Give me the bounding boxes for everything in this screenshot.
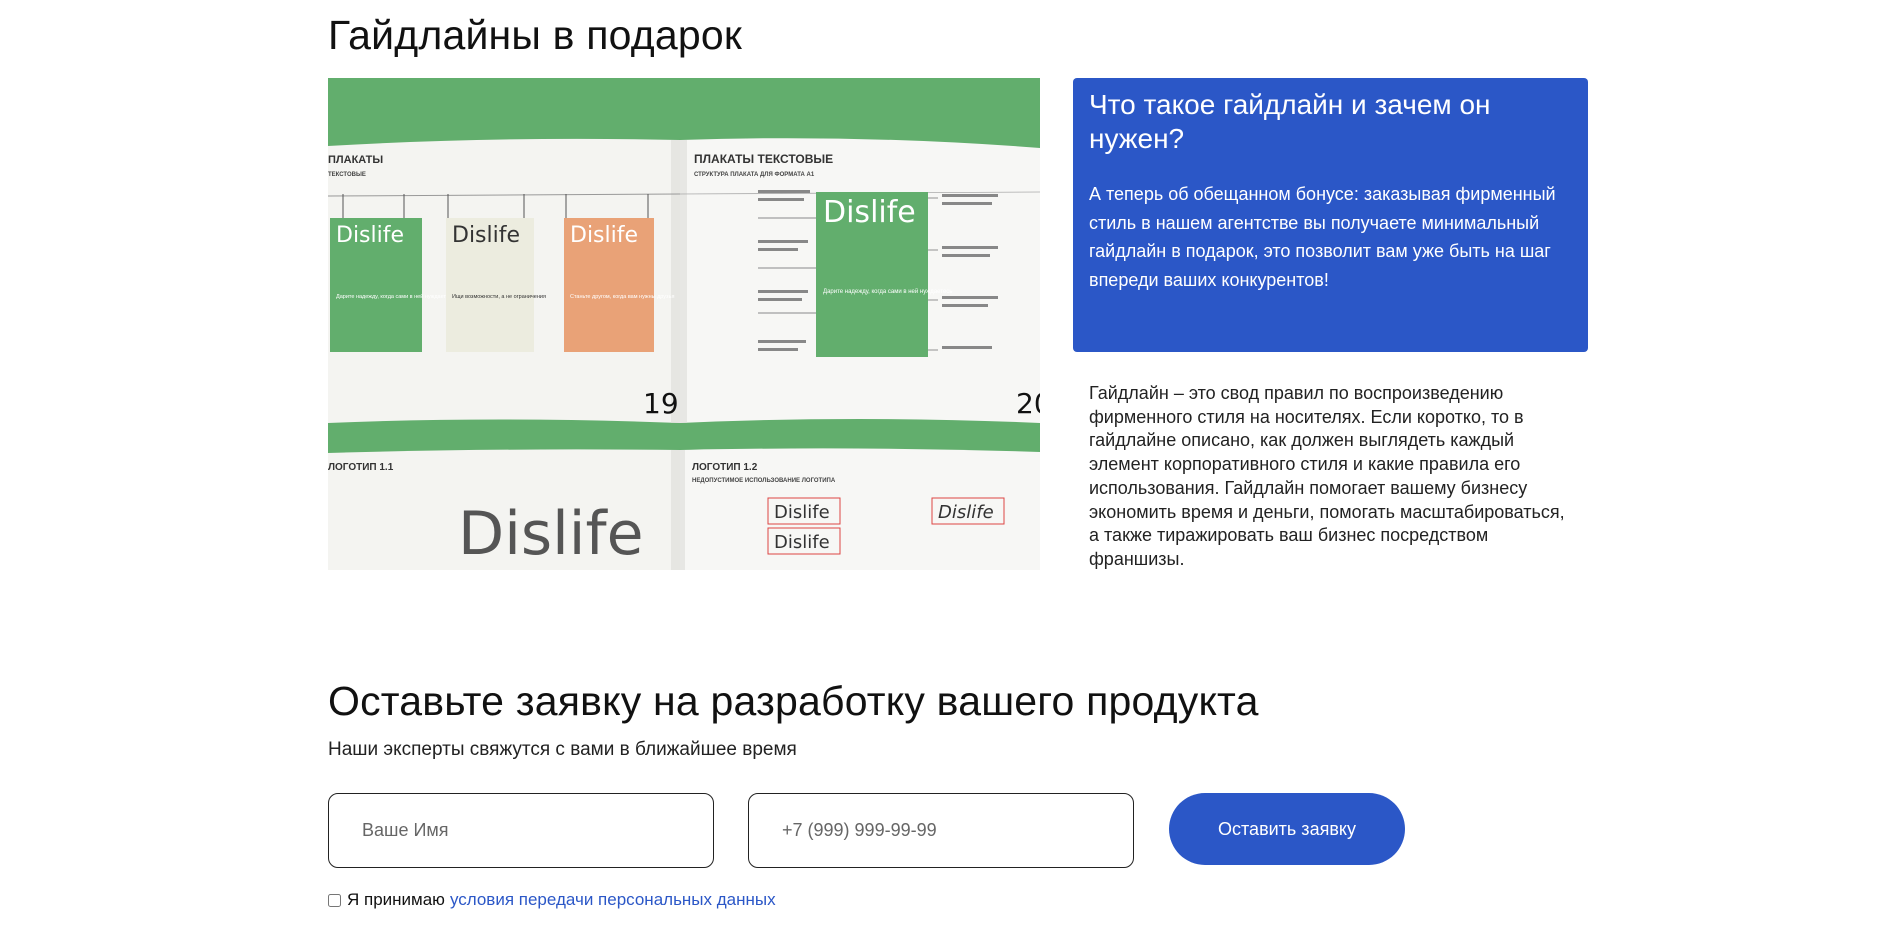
page-number-left: 19 — [643, 387, 679, 420]
bottom-left-heading: ЛОГОТИП 1.1 — [328, 462, 394, 473]
form-subtitle: Наши эксперты свяжутся с вами в ближайше… — [328, 739, 797, 760]
card-title: Что такое гайдлайн и зачем он нужен? — [1089, 89, 1491, 154]
gift-section-title: Гайдлайны в подарок — [328, 12, 743, 58]
svg-text:Dislife: Dislife — [774, 502, 830, 523]
guideline-book-image: ПЛАКАТЫ ТЕКСТОВЫЕ ПЛАКАТЫ ТЕКСТОВЫЕ СТРУ… — [328, 78, 1040, 570]
poster-green-text: Дарите надежду, когда сами в ней нуждает… — [336, 293, 455, 300]
poster-cream-text: Ищи возможности, а не ограничения — [452, 294, 546, 300]
poster-cream-brand: Dislife — [452, 223, 520, 248]
left-page-subheading: ТЕКСТОВЫЕ — [328, 172, 366, 178]
bottom-right-heading: ЛОГОТИП 1.2 — [692, 462, 758, 473]
poster-green-brand: Dislife — [336, 223, 404, 248]
right-page-subheading: СТРУКТУРА ПЛАКАТА ДЛЯ ФОРМАТА А1 — [694, 172, 815, 178]
name-input[interactable] — [328, 793, 714, 868]
consent-label: Я принимаю — [347, 890, 445, 909]
page-number-right: 20 — [1016, 387, 1040, 420]
poster-structure-brand: Dislife — [823, 195, 916, 230]
poster-peach-brand: Dislife — [570, 223, 638, 248]
guideline-info-card: Что такое гайдлайн и зачем он нужен? А т… — [1073, 78, 1588, 352]
consent-checkbox[interactable] — [328, 893, 341, 907]
phone-input[interactable] — [748, 793, 1134, 868]
submit-request-button[interactable]: Оставить заявку — [1169, 793, 1405, 865]
left-page-heading: ПЛАКАТЫ — [328, 154, 383, 166]
guideline-description: Гайдлайн – это свод правил по воспроизве… — [1089, 383, 1565, 569]
bottom-right-subheading: НЕДОПУСТИМОЕ ИСПОЛЬЗОВАНИЕ ЛОГОТИПА — [692, 478, 836, 484]
consent-row: Я принимаю условия передачи персональных… — [328, 890, 776, 910]
logo-large: Dislife — [458, 499, 644, 569]
svg-text:Dislife: Dislife — [774, 532, 830, 553]
right-page-heading: ПЛАКАТЫ ТЕКСТОВЫЕ — [694, 152, 833, 166]
poster-structure-text: Дарите надежду, когда сами в ней нуждает… — [823, 288, 952, 295]
form-section-title: Оставьте заявку на разработку вашего про… — [328, 678, 1259, 724]
poster-peach-text: Станьте другом, когда вам нужны друзья — [570, 294, 674, 300]
consent-link[interactable]: условия передачи персональных данных — [450, 890, 776, 910]
card-text: А теперь об обещанном бонусе: заказывая … — [1089, 184, 1556, 290]
svg-text:Dislife: Dislife — [938, 502, 994, 523]
